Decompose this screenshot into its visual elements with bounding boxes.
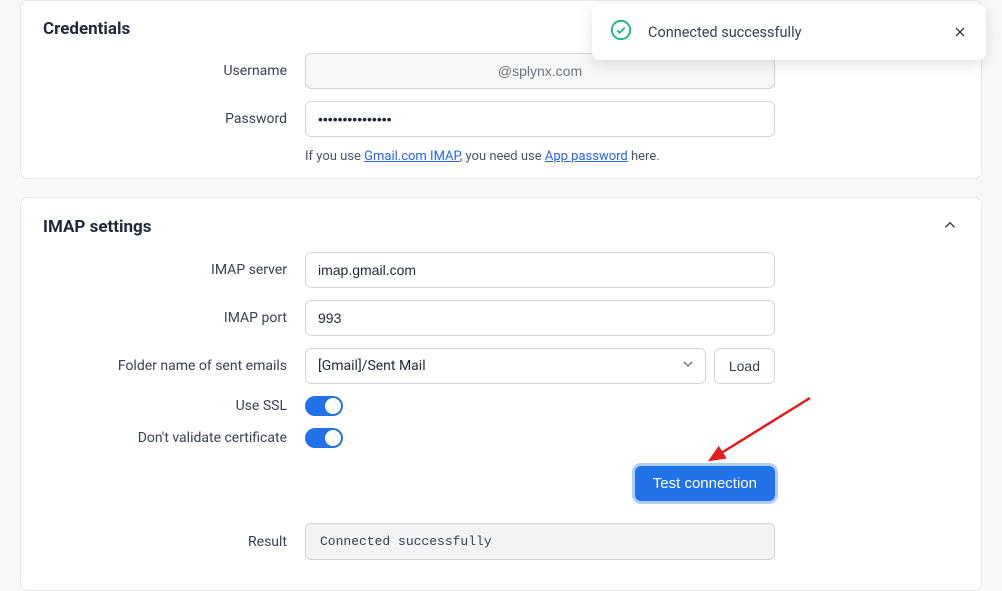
test-connection-button[interactable]: Test connection — [635, 466, 775, 501]
imap-server-label: IMAP server — [43, 262, 305, 278]
imap-port-input[interactable] — [305, 300, 775, 336]
load-button[interactable]: Load — [714, 348, 775, 384]
ssl-toggle[interactable] — [305, 396, 343, 416]
validate-label: Don't validate certificate — [43, 430, 305, 446]
gmail-imap-link[interactable]: Gmail.com IMAP — [364, 149, 460, 164]
close-icon[interactable] — [952, 24, 968, 40]
toast-notification: Connected successfully — [592, 4, 986, 60]
credentials-helper: If you use Gmail.com IMAP, you need use … — [305, 149, 959, 164]
folder-select[interactable]: [Gmail]/Sent Mail — [305, 348, 706, 384]
result-output: Connected successfully — [305, 523, 775, 560]
imap-title: IMAP settings — [43, 217, 152, 237]
folder-label: Folder name of sent emails — [43, 358, 305, 374]
chevron-up-icon[interactable] — [941, 216, 959, 238]
toast-message: Connected successfully — [648, 24, 936, 41]
imap-settings-card: IMAP settings IMAP server IMAP port Fold… — [20, 197, 982, 591]
app-password-link[interactable]: App password — [545, 149, 628, 164]
success-icon — [610, 19, 632, 45]
validate-toggle[interactable] — [305, 428, 343, 448]
imap-server-input[interactable] — [305, 252, 775, 288]
password-label: Password — [43, 111, 305, 127]
ssl-label: Use SSL — [43, 398, 305, 414]
password-input[interactable] — [305, 101, 775, 137]
username-label: Username — [43, 63, 305, 79]
result-label: Result — [43, 534, 305, 550]
imap-port-label: IMAP port — [43, 310, 305, 326]
